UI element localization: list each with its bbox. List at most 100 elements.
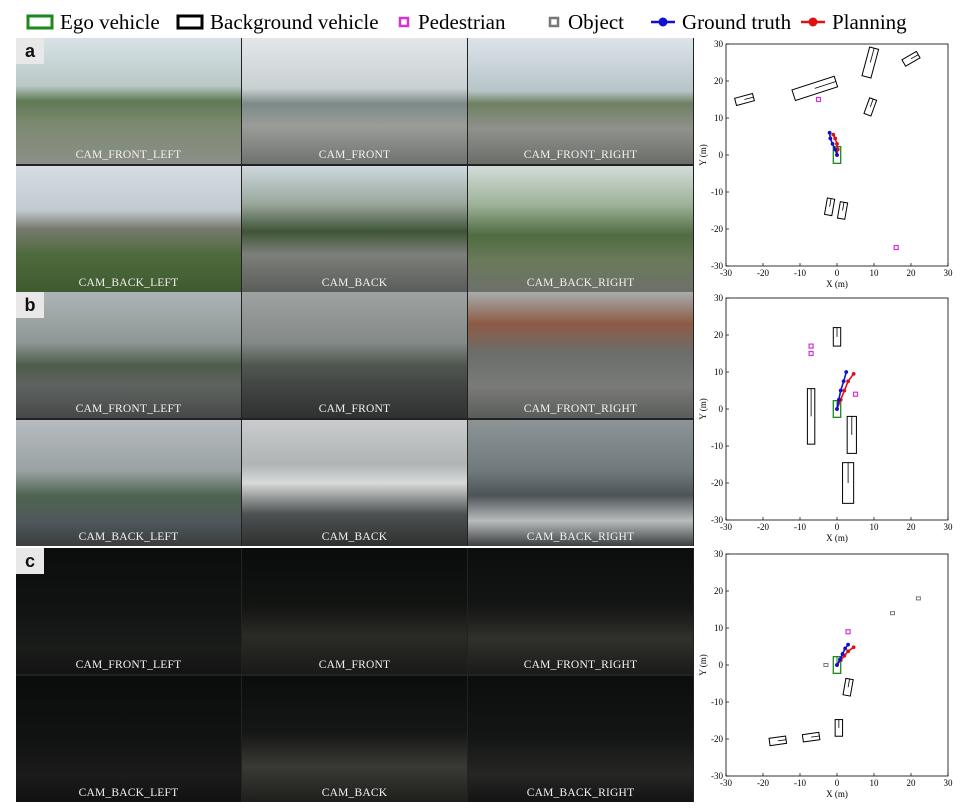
ground-truth-point bbox=[843, 646, 848, 651]
camera-panel-b: CAM_FRONT_LEFT CAM_FRONT CAM_FRONT_RIGHT CA… bbox=[16, 292, 694, 546]
y-tick-label: 20 bbox=[714, 76, 724, 86]
camera-image: CAM_FRONT bbox=[242, 548, 467, 674]
magenta-square-icon bbox=[398, 16, 410, 28]
camera-label: CAM_BACK_RIGHT bbox=[526, 531, 635, 543]
x-axis-label: X (m) bbox=[826, 533, 848, 543]
x-tick-label: 10 bbox=[870, 778, 880, 788]
camera-label: CAM_FRONT_RIGHT bbox=[523, 659, 638, 671]
camera-label: CAM_FRONT_RIGHT bbox=[523, 149, 638, 161]
x-tick-label: 30 bbox=[944, 268, 954, 278]
camera-label: CAM_FRONT_LEFT bbox=[75, 149, 182, 161]
camera-image: CAM_BACK_RIGHT bbox=[468, 166, 693, 292]
y-tick-label: -20 bbox=[711, 478, 723, 488]
green-rectangle-icon bbox=[26, 14, 54, 30]
legend-item: Planning bbox=[800, 10, 907, 34]
bev-chart-svg: -30 -20 -10 0 10 20 30-30-20-100102030X (m)Y (… bbox=[698, 293, 953, 543]
y-tick-label: -10 bbox=[711, 187, 723, 197]
planning-point bbox=[842, 388, 847, 393]
camera-image: CAM_BACK bbox=[242, 420, 467, 546]
camera-label: CAM_FRONT_LEFT bbox=[75, 403, 182, 415]
camera-image: CAM_FRONT_RIGHT bbox=[468, 292, 693, 418]
planning-point bbox=[833, 136, 838, 141]
y-tick-label: 0 bbox=[719, 660, 724, 670]
y-axis-label: Y (m) bbox=[698, 654, 708, 675]
ground-truth-point bbox=[835, 407, 839, 411]
planning-point bbox=[846, 649, 850, 654]
x-tick-label: 30 bbox=[944, 778, 954, 788]
bev-chart-svg: -30 -20 -10 0 10 20 30-30-20-100102030X (m)Y (… bbox=[698, 549, 954, 799]
ground-truth-point bbox=[835, 663, 839, 667]
y-tick-label: -10 bbox=[711, 697, 723, 707]
x-tick-label: 0 bbox=[835, 268, 840, 278]
bev-plot-c: -30 -20 -10 0 10 20 30 -30 -20 -10 0 10 20 30 X (m) Y (… bbox=[698, 548, 960, 802]
legend-label: Background vehicle bbox=[210, 9, 379, 34]
camera-image: CAM_FRONT_LEFT bbox=[16, 292, 241, 418]
camera-image: CAM_FRONT bbox=[242, 38, 467, 164]
planning-point bbox=[835, 142, 839, 146]
camera-label: CAM_BACK_RIGHT bbox=[526, 787, 635, 799]
y-axis-label: Y (m) bbox=[698, 144, 708, 165]
camera-label: CAM_BACK_RIGHT bbox=[526, 277, 635, 289]
camera-image: CAM_BACK_LEFT bbox=[16, 420, 241, 546]
y-tick-label: -20 bbox=[711, 734, 723, 744]
x-tick-label: -20 bbox=[757, 778, 769, 788]
y-tick-label: 30 bbox=[714, 549, 724, 559]
camera-label: CAM_BACK_LEFT bbox=[78, 277, 179, 289]
x-tick-label: 20 bbox=[907, 522, 917, 532]
x-tick-label: -10 bbox=[794, 778, 806, 788]
camera-image: CAM_FRONT_LEFT bbox=[16, 38, 241, 164]
x-tick-label: -10 bbox=[794, 268, 806, 278]
x-tick-label: 20 bbox=[907, 778, 917, 788]
camera-image: CAM_BACK_RIGHT bbox=[468, 676, 693, 802]
x-axis-label: X (m) bbox=[826, 789, 848, 799]
legend-label: Planning bbox=[832, 9, 907, 34]
x-tick-label: -20 bbox=[757, 268, 769, 278]
x-tick-label: 20 bbox=[907, 268, 917, 278]
legend-item: Ground truth bbox=[650, 10, 791, 34]
camera-label: CAM_FRONT_LEFT bbox=[75, 659, 182, 671]
y-tick-label: -20 bbox=[711, 224, 723, 234]
panel-letter: c bbox=[16, 548, 44, 574]
y-tick-label: -30 bbox=[711, 771, 723, 781]
camera-label: CAM_FRONT bbox=[318, 659, 391, 671]
x-tick-label: 0 bbox=[835, 778, 840, 788]
planning-point bbox=[846, 379, 850, 384]
ground-truth-point bbox=[827, 130, 832, 135]
ground-truth-point bbox=[833, 147, 838, 152]
ground-truth-point bbox=[838, 388, 843, 393]
blue-line-dot-icon bbox=[651, 17, 675, 27]
camera-label: CAM_BACK_LEFT bbox=[78, 787, 179, 799]
y-tick-label: 30 bbox=[714, 293, 724, 303]
panel-letter: b bbox=[16, 292, 44, 318]
y-axis-label: Y (m) bbox=[698, 398, 708, 419]
x-axis-label: X (m) bbox=[826, 279, 848, 289]
y-tick-label: 10 bbox=[714, 113, 724, 123]
camera-label: CAM_FRONT_RIGHT bbox=[523, 403, 638, 415]
x-tick-label: 10 bbox=[870, 268, 880, 278]
planning-point bbox=[851, 645, 856, 650]
legend-item: Background vehicle bbox=[176, 10, 379, 34]
y-tick-label: 20 bbox=[714, 586, 724, 596]
camera-image: CAM_BACK bbox=[242, 166, 467, 292]
camera-label: CAM_BACK bbox=[321, 277, 388, 289]
camera-image: CAM_BACK bbox=[242, 676, 467, 802]
camera-image: CAM_FRONT_RIGHT bbox=[468, 38, 693, 164]
y-tick-label: -10 bbox=[711, 441, 723, 451]
y-tick-label: 30 bbox=[714, 39, 724, 49]
legend-label: Pedestrian bbox=[418, 9, 506, 34]
panel-letter: a bbox=[16, 38, 44, 64]
bev-plot-b: -30 -20 -10 0 10 20 30 -30 -20 -10 0 10 20 30 X (m) Y (… bbox=[698, 292, 960, 546]
ground-truth-point bbox=[844, 370, 849, 374]
y-tick-label: -30 bbox=[711, 261, 723, 271]
y-tick-label: 0 bbox=[719, 150, 724, 160]
camera-panel-c: CAM_FRONT_LEFT CAM_FRONT CAM_FRONT_RIGHT CA… bbox=[16, 548, 694, 802]
y-tick-label: 10 bbox=[714, 623, 724, 633]
camera-label: CAM_BACK_LEFT bbox=[78, 531, 179, 543]
camera-image: CAM_FRONT bbox=[242, 292, 467, 418]
planning-point bbox=[851, 371, 856, 376]
bev-plot-a: -30 -20 -10 0 10 20 30 -30 -20 -10 0 10 20 30 X (m) Y (… bbox=[698, 38, 960, 292]
camera-label: CAM_FRONT bbox=[318, 149, 391, 161]
bev-chart-svg: -30 -20 -10 0 10 20 30-30-20-100102030X (m)Y (… bbox=[698, 39, 954, 289]
legend-label: Ego vehicle bbox=[60, 9, 160, 34]
ground-truth-point bbox=[840, 652, 845, 656]
